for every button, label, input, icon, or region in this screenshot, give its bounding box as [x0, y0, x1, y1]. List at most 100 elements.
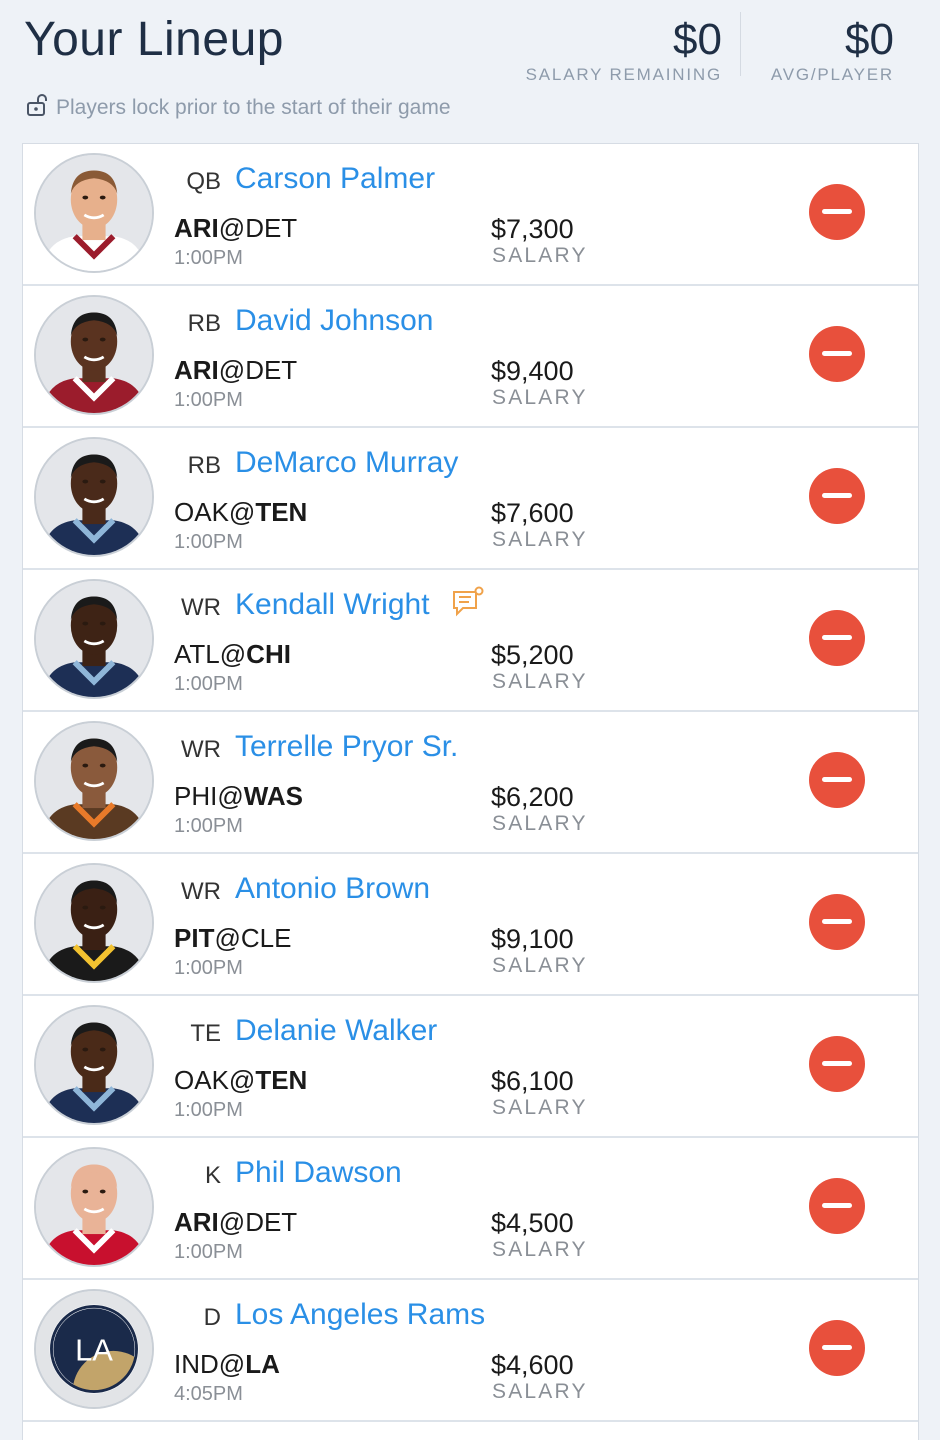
away-team: PHI — [174, 781, 218, 811]
player-salary: $4,600 — [491, 1350, 574, 1380]
lineup-list: QB Carson Palmer ARI@DET 1:00PM $7,300 SALARY… — [22, 143, 919, 1440]
home-team: DET — [245, 213, 298, 243]
player-position: D — [203, 1304, 221, 1331]
player-salary: $5,200 — [491, 640, 574, 670]
player-position: QB — [186, 168, 221, 195]
home-team: CHI — [246, 639, 291, 669]
game-time: 1:00PM — [174, 815, 243, 837]
player-avatar — [34, 153, 154, 273]
game-matchup: ARI@DET — [174, 355, 297, 386]
player-name-link[interactable]: DeMarco Murray — [235, 446, 458, 480]
lineup-header: Your Lineup $0 SALARY REMAINING $0 AVG/P… — [0, 0, 940, 142]
at-separator: @ — [214, 923, 241, 953]
remove-player-button[interactable] — [809, 184, 865, 240]
player-avatar — [34, 295, 154, 415]
home-team: DET — [245, 355, 298, 385]
salary-label: SALARY — [492, 812, 588, 835]
at-separator: @ — [219, 639, 247, 669]
lineup-row: QB Carson Palmer ARI@DET 1:00PM $7,300 SALARY — [23, 144, 918, 286]
at-separator: @ — [218, 1207, 246, 1237]
game-matchup: ARI@DET — [174, 213, 297, 244]
salary-remaining-value: $0 — [673, 15, 722, 64]
lineup-row: RB David Johnson ARI@DET 1:00PM $9,400 SALARY — [23, 286, 918, 428]
game-matchup: PIT@CLE — [174, 923, 291, 954]
team-logo-text: LA — [75, 1333, 113, 1368]
lineup-row: TE Delanie Walker OAK@TEN 1:00PM $6,100 SALAR… — [23, 996, 918, 1138]
away-team: PIT — [174, 923, 215, 953]
salary-label: SALARY — [492, 1380, 588, 1403]
away-team: ARI — [174, 1207, 219, 1237]
remove-player-button[interactable] — [809, 1178, 865, 1234]
player-position: TE — [190, 1020, 221, 1047]
at-separator: @ — [217, 781, 244, 811]
player-position: WR — [181, 594, 221, 621]
away-team: ATL — [174, 639, 220, 669]
player-salary: $4,500 — [491, 1208, 574, 1238]
avg-player-stat: $0 AVG/PLAYER — [771, 14, 894, 84]
lineup-row: K Phil Dawson ARI@DET 1:00PM $4,500 SALARY — [23, 1138, 918, 1280]
page-title: Your Lineup — [24, 13, 284, 66]
player-name-link[interactable]: Carson Palmer — [235, 162, 435, 196]
lineup-row: RB DeMarco Murray OAK@TEN 1:00PM $7,600 SALAR… — [23, 428, 918, 570]
salary-remaining-stat: $0 SALARY REMAINING — [526, 14, 722, 84]
lock-notice-text: Players lock prior to the start of their… — [56, 96, 451, 119]
remove-player-button[interactable] — [809, 468, 865, 524]
away-team: IND — [174, 1349, 219, 1379]
remove-player-button[interactable] — [809, 1036, 865, 1092]
player-name-link[interactable]: Antonio Brown — [235, 872, 430, 906]
player-salary: $9,100 — [491, 924, 574, 954]
game-time: 1:00PM — [174, 673, 243, 695]
player-name-link[interactable]: David Johnson — [235, 304, 433, 338]
player-name-link[interactable]: Phil Dawson — [235, 1156, 402, 1190]
salary-label: SALARY — [492, 386, 588, 409]
game-time: 1:00PM — [174, 1099, 243, 1121]
salary-label: SALARY — [492, 670, 588, 693]
home-team: TEN — [255, 1065, 308, 1095]
away-team: OAK — [174, 497, 229, 527]
remove-player-button[interactable] — [809, 326, 865, 382]
remove-player-button[interactable] — [809, 752, 865, 808]
salary-label: SALARY — [492, 528, 588, 551]
game-matchup: PHI@WAS — [174, 781, 303, 812]
salary-remaining-label: SALARY REMAINING — [525, 65, 722, 84]
stat-divider — [740, 12, 741, 76]
game-matchup: ATL@CHI — [174, 639, 291, 670]
at-separator: @ — [228, 1065, 256, 1095]
player-avatar — [34, 863, 154, 983]
at-separator: @ — [218, 355, 246, 385]
game-time: 1:00PM — [174, 531, 243, 553]
game-matchup: OAK@TEN — [174, 1065, 307, 1096]
home-team: TEN — [255, 497, 308, 527]
salary-label: SALARY — [492, 954, 588, 977]
player-salary: $7,600 — [491, 498, 574, 528]
player-name-link[interactable]: Los Angeles Rams — [235, 1298, 485, 1332]
away-team: ARI — [174, 355, 219, 385]
player-news-icon[interactable] — [451, 586, 485, 620]
player-salary: $9,400 — [491, 356, 574, 386]
player-name-link[interactable]: Delanie Walker — [235, 1014, 437, 1048]
home-team: CLE — [240, 923, 292, 953]
game-matchup: OAK@TEN — [174, 497, 307, 528]
player-name-link[interactable]: Terrelle Pryor Sr. — [235, 730, 458, 764]
game-matchup: IND@LA — [174, 1349, 280, 1380]
game-time: 1:00PM — [174, 1241, 243, 1263]
player-avatar — [34, 437, 154, 557]
home-team: DET — [245, 1207, 298, 1237]
at-separator: @ — [228, 497, 256, 527]
remove-player-button[interactable] — [809, 610, 865, 666]
lineup-row: WR Antonio Brown PIT@CLE 1:00PM $9,100 SALARY — [23, 854, 918, 996]
player-name-link[interactable]: Kendall Wright — [235, 588, 430, 622]
remove-player-button[interactable] — [809, 894, 865, 950]
player-salary: $6,100 — [491, 1066, 574, 1096]
avg-player-label: AVG/PLAYER — [770, 65, 894, 84]
away-team: ARI — [174, 213, 219, 243]
player-avatar — [34, 579, 154, 699]
game-time: 1:00PM — [174, 957, 243, 979]
remove-player-button[interactable] — [809, 1320, 865, 1376]
team-logo: LA — [34, 1289, 154, 1409]
player-position: WR — [181, 878, 221, 905]
player-position: RB — [187, 452, 221, 479]
player-avatar — [34, 1005, 154, 1125]
salary-label: SALARY — [492, 244, 588, 267]
home-team: LA — [245, 1349, 280, 1379]
